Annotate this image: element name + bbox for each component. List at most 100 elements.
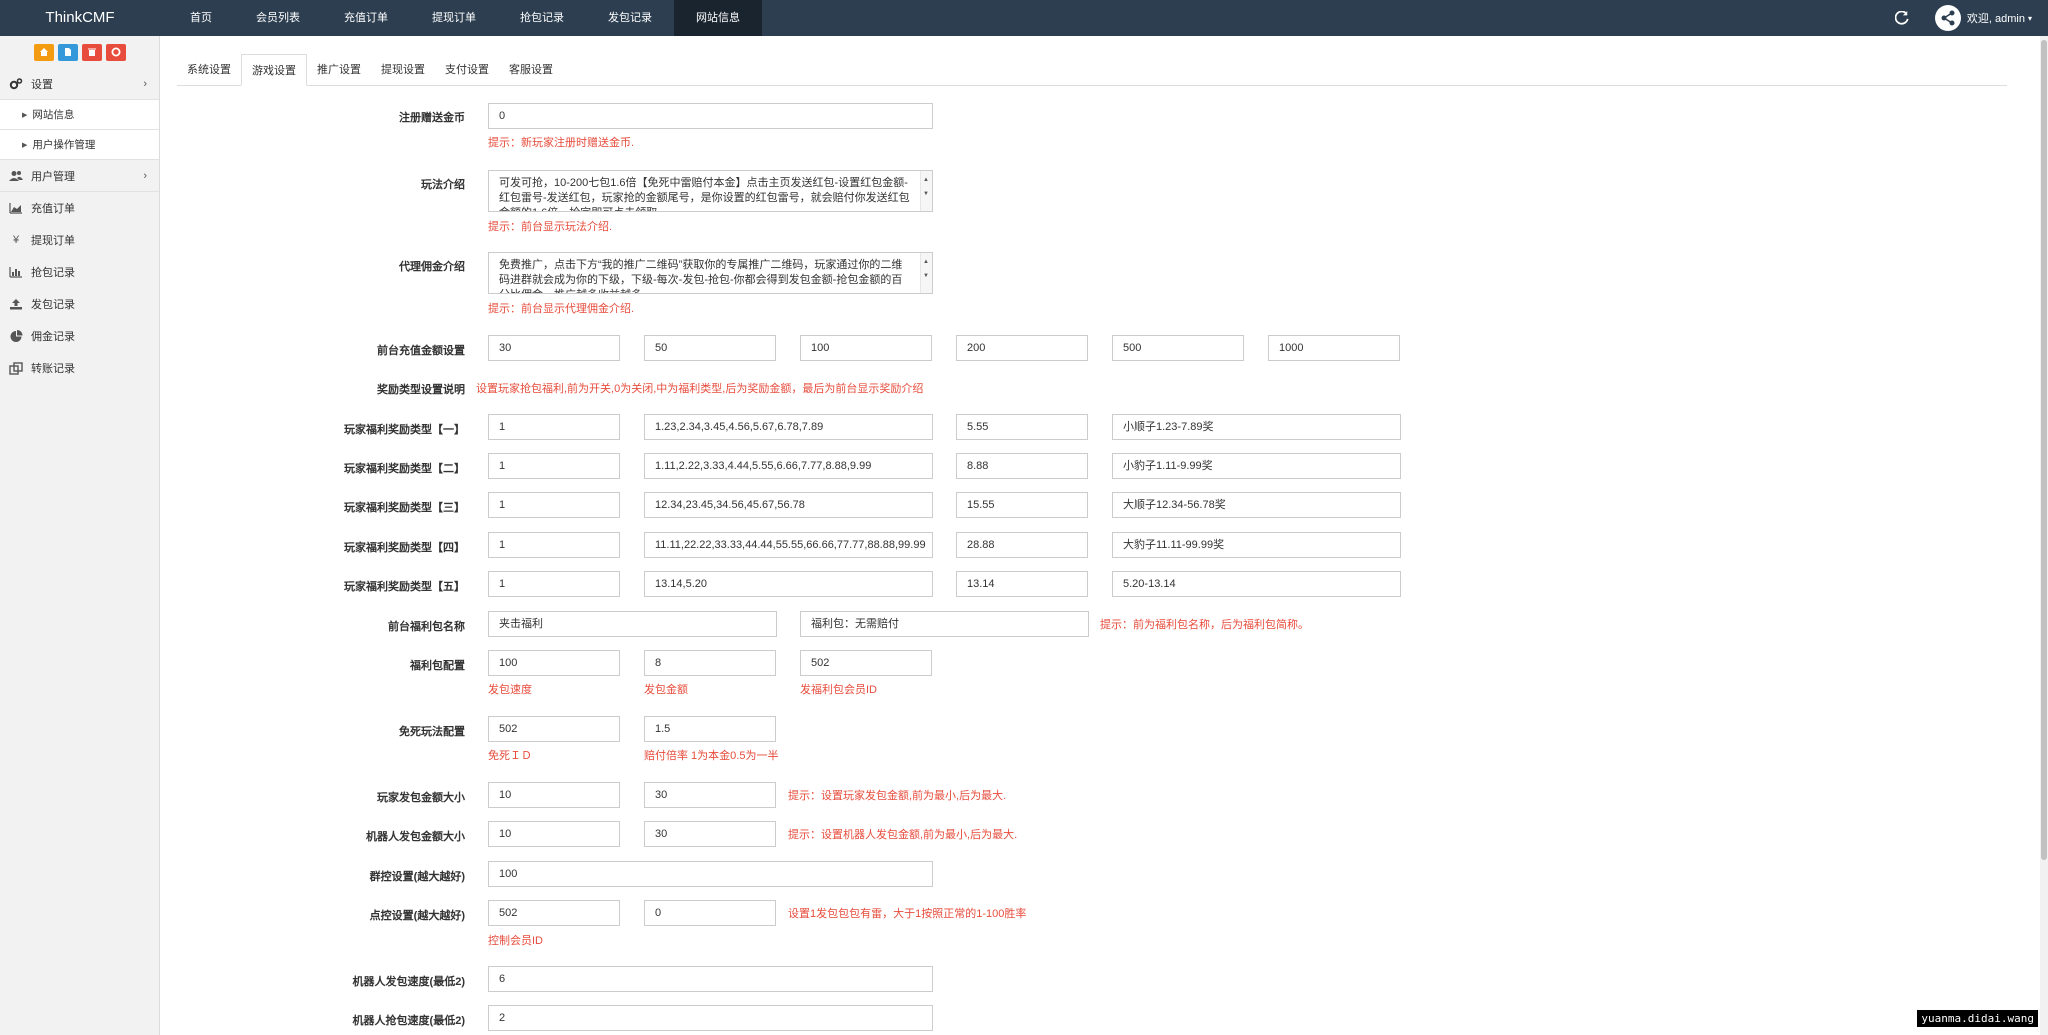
tab-promotion[interactable]: 推广设置: [307, 54, 371, 86]
welfare-short-input[interactable]: 福利包：无需赔付: [800, 611, 1089, 637]
nav-home[interactable]: 首页: [168, 0, 234, 36]
sidebar-item-label: 网站信息: [32, 109, 75, 121]
sidebar-item-commission[interactable]: 佣金记录: [0, 320, 159, 352]
doc-button[interactable]: [57, 43, 78, 61]
tab-withdraw[interactable]: 提现设置: [371, 54, 435, 86]
play-intro-label: 玩法介绍: [421, 179, 465, 191]
welfare-speed-input[interactable]: 100: [488, 650, 620, 676]
point-control-value[interactable]: 0: [644, 900, 776, 926]
reward-1-desc[interactable]: 小顺子1.23-7.89奖: [1112, 414, 1401, 440]
robot-amount-min[interactable]: 10: [488, 821, 620, 847]
brand-logo[interactable]: ThinkCMF: [0, 0, 160, 36]
reward-2-desc[interactable]: 小豹子1.11-9.99奖: [1112, 453, 1401, 479]
tab-payment[interactable]: 支付设置: [435, 54, 499, 86]
welfare-member-hint: 发福利包会员ID: [800, 684, 877, 696]
file-icon: [64, 48, 71, 56]
sidebar-subitem-site-info[interactable]: ▶ 网站信息: [0, 100, 159, 130]
reward-3-switch[interactable]: 1: [488, 492, 620, 518]
arrow-down-icon[interactable]: ▼: [923, 187, 929, 202]
arrow-up-icon[interactable]: ▲: [923, 173, 929, 188]
nav-recharge-orders[interactable]: 充值订单: [322, 0, 410, 36]
avatar[interactable]: [1934, 5, 1961, 31]
chevron-right-icon: ›: [143, 78, 147, 90]
reward-5-desc[interactable]: 5.20-13.14: [1112, 571, 1401, 597]
cogs-icon: [8, 77, 24, 91]
player-amount-min[interactable]: 10: [488, 782, 620, 808]
nav-site-info[interactable]: 网站信息: [674, 0, 762, 36]
sidebar-item-grab-records[interactable]: 抢包记录: [0, 256, 159, 288]
group-control-input[interactable]: 100: [488, 861, 933, 887]
scrollbar[interactable]: ▲ ▼: [920, 171, 932, 211]
welfare-name-input[interactable]: 夹击福利: [488, 611, 777, 637]
sidebar-item-transfer[interactable]: 转账记录: [0, 352, 159, 384]
recharge-amount-3[interactable]: 100: [800, 335, 932, 361]
player-amount-max[interactable]: 30: [644, 782, 776, 808]
reward-4-switch[interactable]: 1: [488, 532, 620, 558]
reward-4-amount[interactable]: 28.88: [956, 532, 1088, 558]
robot-send-speed-label: 机器人发包速度(最低2): [352, 976, 465, 988]
reward-2-switch[interactable]: 1: [488, 453, 620, 479]
reward-1-label: 玩家福利奖励类型【一】: [344, 424, 465, 436]
sidebar-item-withdraw[interactable]: ¥ 提现订单: [0, 224, 159, 256]
refresh-icon[interactable]: [1894, 11, 1909, 25]
lifebuoy-icon: [111, 47, 120, 57]
sidebar-item-recharge[interactable]: 充值订单: [0, 192, 159, 224]
arrow-up-icon[interactable]: ▲: [923, 255, 929, 270]
reward-3-amount[interactable]: 15.55: [956, 492, 1088, 518]
welfare-member-input[interactable]: 502: [800, 650, 932, 676]
reward-5-amount[interactable]: 13.14: [956, 571, 1088, 597]
welfare-amount-input[interactable]: 8: [644, 650, 776, 676]
scrollbar-thumb[interactable]: [2041, 40, 2047, 860]
welfare-name-hint: 提示：前为福利包名称，后为福利包简称。: [1100, 619, 1309, 631]
sidebar-item-send-records[interactable]: 发包记录: [0, 288, 159, 320]
tab-system[interactable]: 系统设置: [177, 54, 241, 86]
page-scrollbar[interactable]: [2040, 36, 2048, 1035]
point-control-member[interactable]: 502: [488, 900, 620, 926]
trash-button[interactable]: [81, 43, 102, 61]
recharge-amount-4[interactable]: 200: [956, 335, 1088, 361]
reward-3-desc[interactable]: 大顺子12.34-56.78奖: [1112, 492, 1401, 518]
lifebuoy-button[interactable]: [105, 43, 126, 61]
agent-intro-textarea[interactable]: 免费推广，点击下方“我的推广二维码”获取你的专属推广二维码，玩家通过你的二维码进…: [488, 252, 933, 294]
robot-grab-speed-input[interactable]: 2: [488, 1005, 933, 1031]
play-intro-textarea[interactable]: 可发可抢，10-200七包1.6倍【免死中雷赔付本金】点击主页发送红包-设置红包…: [488, 170, 933, 212]
sidebar-item-users[interactable]: 用户管理 ›: [0, 160, 159, 192]
home-icon: [39, 48, 48, 56]
recharge-amount-2[interactable]: 50: [644, 335, 776, 361]
reward-2-numbers[interactable]: 1.11,2.22,3.33,4.44,5.55,6.66,7.77,8.88,…: [644, 453, 933, 479]
reward-1-numbers[interactable]: 1.23,2.34,3.45,4.56,5.67,6.78,7.89: [644, 414, 933, 440]
top-nav: 首页 会员列表 充值订单 提现订单 抢包记录 发包记录 网站信息: [168, 0, 762, 36]
sidebar-subitem-user-ops[interactable]: ▶ 用户操作管理: [0, 130, 159, 160]
nav-members[interactable]: 会员列表: [234, 0, 322, 36]
reward-3-numbers[interactable]: 12.34,23.45,34.56,45.67,56.78: [644, 492, 933, 518]
scrollbar[interactable]: ▲ ▼: [920, 253, 932, 293]
reward-1-amount[interactable]: 5.55: [956, 414, 1088, 440]
recharge-amount-5[interactable]: 500: [1112, 335, 1244, 361]
reward-2-amount[interactable]: 8.88: [956, 453, 1088, 479]
reward-4-desc[interactable]: 大豹子11.11-99.99奖: [1112, 532, 1401, 558]
reward-4-numbers[interactable]: 11.11,22.22,33.33,44.44,55.55,66.66,77.7…: [644, 532, 933, 558]
sidebar-item-settings[interactable]: 设置 ›: [0, 68, 159, 100]
recharge-amount-6[interactable]: 1000: [1268, 335, 1400, 361]
nav-send-records[interactable]: 发包记录: [586, 0, 674, 36]
immune-label: 免死玩法配置: [399, 726, 465, 738]
reward-3-label: 玩家福利奖励类型【三】: [344, 502, 465, 514]
tab-customer-service[interactable]: 客服设置: [499, 54, 563, 86]
reward-5-numbers[interactable]: 13.14,5.20: [644, 571, 933, 597]
recharge-label: 前台充值金额设置: [377, 345, 465, 357]
tab-game[interactable]: 游戏设置: [241, 54, 307, 86]
reward-5-switch[interactable]: 1: [488, 571, 620, 597]
immune-id-input[interactable]: 502: [488, 716, 620, 742]
immune-rate-input[interactable]: 1.5: [644, 716, 776, 742]
recharge-amount-1[interactable]: 30: [488, 335, 620, 361]
robot-send-speed-input[interactable]: 6: [488, 966, 933, 992]
robot-amount-max[interactable]: 30: [644, 821, 776, 847]
nav-withdraw-orders[interactable]: 提现订单: [410, 0, 498, 36]
arrow-down-icon[interactable]: ▼: [923, 269, 929, 284]
welcome-text[interactable]: 欢迎, admin: [1967, 10, 2025, 26]
register-gold-input[interactable]: 0: [488, 103, 933, 129]
home-button[interactable]: [33, 43, 54, 61]
chevron-down-icon[interactable]: ▾: [2028, 14, 2032, 23]
reward-1-switch[interactable]: 1: [488, 414, 620, 440]
nav-grab-records[interactable]: 抢包记录: [498, 0, 586, 36]
